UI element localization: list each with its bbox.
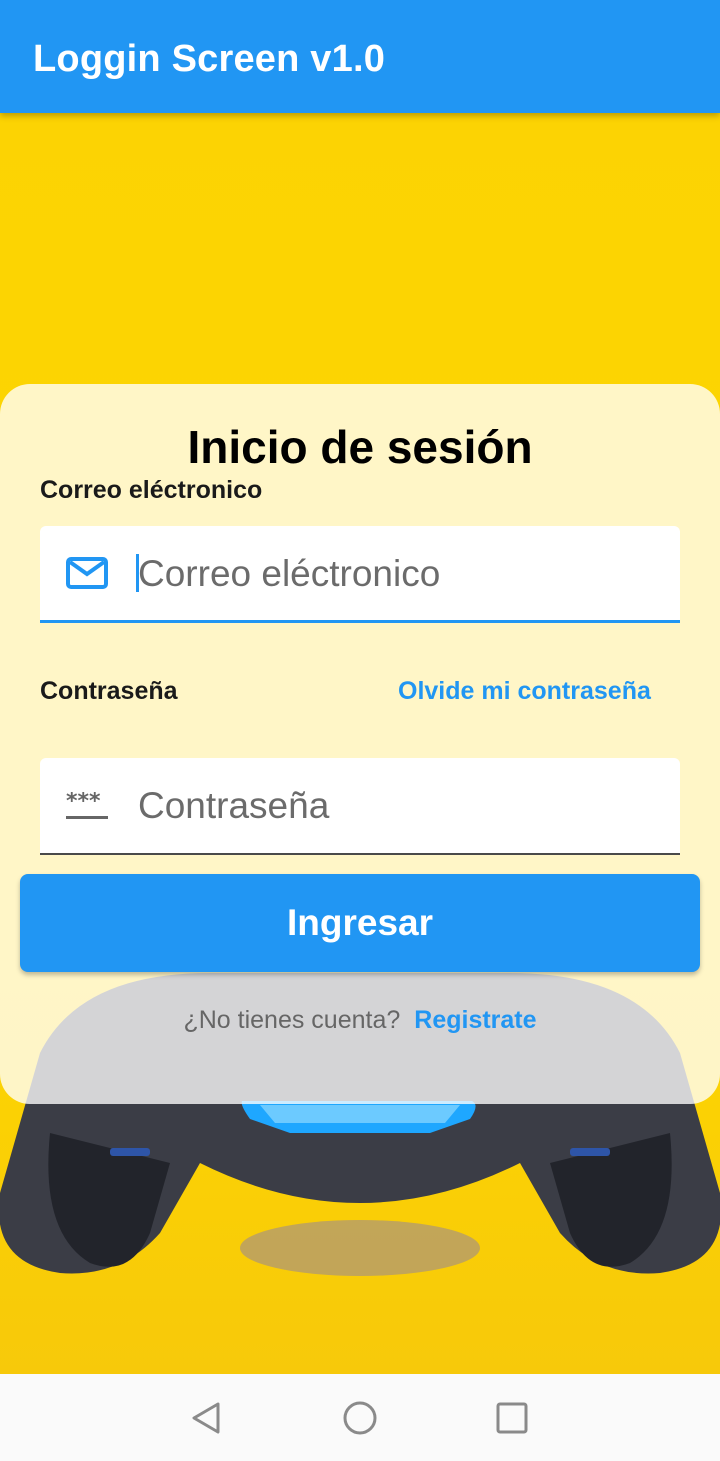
recents-square-icon[interactable] <box>492 1398 532 1438</box>
home-circle-icon[interactable] <box>340 1398 380 1438</box>
email-input[interactable] <box>136 542 660 606</box>
login-button[interactable]: Ingresar <box>20 874 700 972</box>
password-label: Contraseña <box>40 677 178 705</box>
forgot-password-link[interactable]: Olvide mi contraseña <box>398 677 651 706</box>
email-label: Correo eléctronico <box>40 476 263 504</box>
no-account-text: ¿No tienes cuenta? <box>183 1006 401 1034</box>
signup-row: ¿No tienes cuenta? Registrate <box>0 1006 720 1035</box>
password-icon: *** <box>66 789 112 827</box>
email-field-container[interactable] <box>40 526 680 623</box>
password-field-container[interactable]: *** <box>40 758 680 855</box>
system-nav-bar <box>0 1374 720 1461</box>
app-bar-title: Loggin Screen v1.0 <box>33 38 386 80</box>
app-bar: Loggin Screen v1.0 <box>0 0 720 113</box>
back-triangle-icon[interactable] <box>186 1398 226 1438</box>
password-input[interactable] <box>136 774 660 838</box>
svg-text:***: *** <box>66 792 101 814</box>
register-link[interactable]: Registrate <box>414 1006 536 1034</box>
login-card: Inicio de sesión Correo eléctronico Cont… <box>0 384 720 1104</box>
login-title: Inicio de sesión <box>187 421 533 473</box>
mail-icon <box>66 556 108 595</box>
